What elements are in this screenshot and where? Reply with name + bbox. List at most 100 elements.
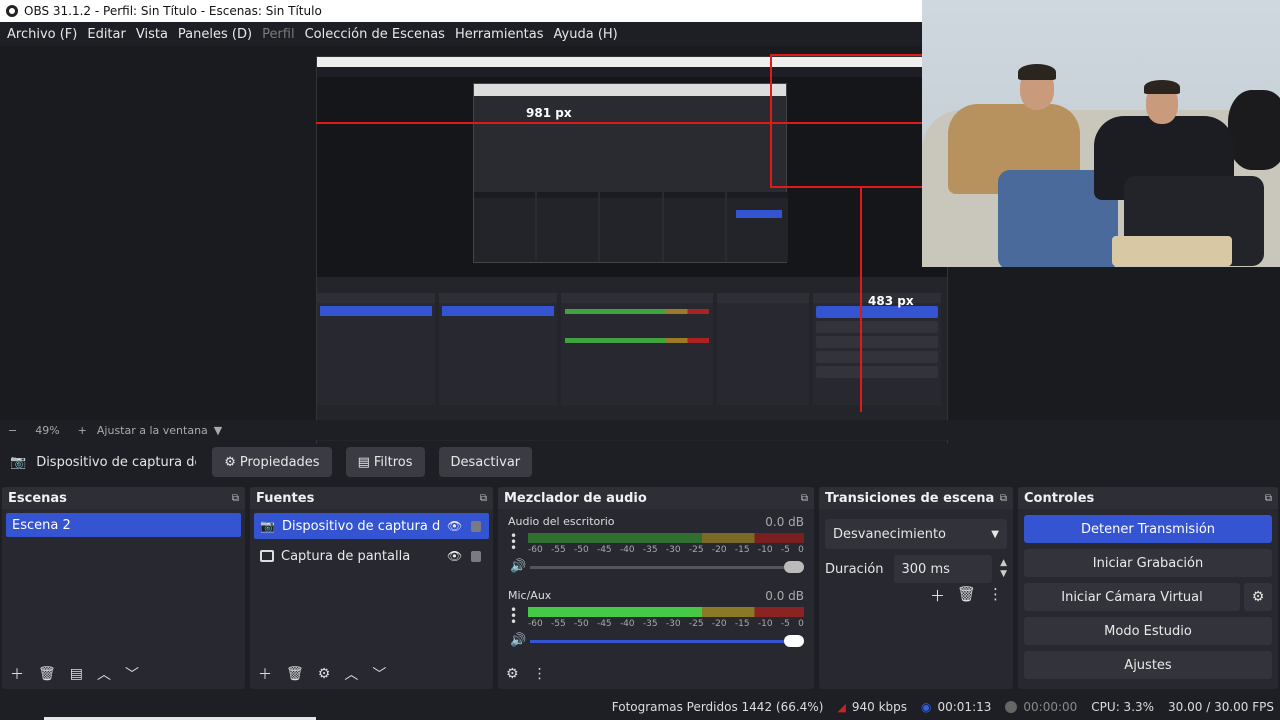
scenes-dock: Escenas ⧉ Escena 2 ＋ 🗑 ▤ ︿ ﹀ [2, 487, 245, 689]
add-icon[interactable]: ＋ [10, 664, 24, 684]
gear-icon: ⚙ [224, 454, 236, 470]
volume-slider-handle[interactable] [784, 635, 804, 647]
transitions-dock-header: Transiciones de escena ⧉ [819, 487, 1013, 509]
dropped-frames: Fotogramas Perdidos 1442 (66.4%) [611, 700, 824, 714]
menu-coleccion-escenas[interactable]: Colección de Escenas [300, 27, 450, 42]
source-label: Captura de pantalla [281, 548, 411, 564]
undock-icon[interactable]: ⧉ [1000, 493, 1007, 504]
monitor-icon [260, 550, 274, 562]
add-icon[interactable]: ＋ [258, 664, 272, 684]
deactivate-label: Desactivar [450, 454, 521, 470]
duration-spinner-icon[interactable]: ▲ ▼ [1000, 558, 1007, 580]
studio-mode-button[interactable]: Modo Estudio [1024, 617, 1272, 645]
properties-button[interactable]: ⚙ Propiedades [212, 447, 332, 477]
undock-icon[interactable]: ⧉ [480, 493, 487, 504]
transitions-title: Transiciones de escena [825, 490, 995, 506]
meter-ticks: -60 -55 -50 -45 -40 -35 -30 -25 -20 -15 -10 -5 0 [528, 619, 804, 629]
menu-herramientas[interactable]: Herramientas [450, 27, 549, 42]
kebab-menu-icon[interactable]: ⋮ [988, 585, 1003, 606]
trash-icon[interactable]: 🗑 [957, 585, 976, 606]
transition-select[interactable]: Desvanecimiento ▼ [825, 519, 1007, 549]
nested-screen-capture[interactable] [316, 56, 948, 458]
status-bar: Fotogramas Perdidos 1442 (66.4%) ◢ 940 k… [0, 694, 1280, 720]
volume-slider[interactable] [530, 566, 804, 569]
obs-logo-icon [6, 5, 18, 17]
trash-icon[interactable]: 🗑 [38, 666, 56, 682]
nested-inner-accent [736, 210, 782, 218]
zoom-out-button[interactable]: − [8, 424, 17, 437]
source-item-screen-capture[interactable]: Captura de pantalla 👁 [254, 543, 489, 569]
transition-tools: ＋ 🗑 ⋮ [930, 585, 1003, 606]
stop-streaming-button[interactable]: Detener Transmisión [1024, 515, 1272, 543]
nested-mixer-dock [561, 293, 713, 405]
menu-perfil[interactable]: Perfil [257, 27, 300, 42]
undock-icon[interactable]: ⧉ [801, 493, 808, 504]
trash-icon[interactable]: 🗑 [286, 666, 304, 682]
volume-meter [528, 607, 804, 617]
menu-vista[interactable]: Vista [131, 27, 173, 42]
visibility-eye-icon[interactable]: 👁 [447, 519, 462, 533]
volume-slider-handle[interactable] [784, 561, 804, 573]
filters-button[interactable]: ▤ Filtros [345, 447, 425, 477]
filters-label: Filtros [373, 454, 413, 470]
zoom-dropdown-icon[interactable]: ▼ [214, 424, 222, 437]
move-up-icon[interactable]: ︿ [97, 664, 111, 684]
sources-footer: ＋ 🗑 ⚙ ︿ ﹀ [250, 659, 493, 689]
deactivate-button[interactable]: Desactivar [438, 447, 533, 477]
streaming-icon: ◉ [921, 700, 932, 714]
bbox-left-edge [770, 54, 772, 188]
menu-bar: Archivo (F) Editar Vista Paneles (D) Per… [0, 22, 922, 46]
scene-item[interactable]: Escena 2 [6, 513, 241, 537]
nested-scenes-dock [317, 293, 435, 405]
stream-time: ◉ 00:01:13 [921, 700, 991, 714]
channel-db: 0.0 dB [765, 515, 804, 529]
advanced-audio-gear-icon[interactable]: ⚙ [506, 666, 519, 682]
add-icon[interactable]: ＋ [930, 585, 945, 606]
settings-button[interactable]: Ajustes [1024, 651, 1272, 679]
menu-ayuda[interactable]: Ayuda (H) [549, 27, 623, 42]
kebab-menu-icon[interactable]: • • • [510, 604, 517, 628]
mixer-dock-header: Mezclador de audio ⧉ [498, 487, 814, 509]
zoom-in-button[interactable]: + [78, 424, 87, 437]
kebab-menu-icon[interactable]: • • • [510, 530, 517, 554]
volume-meter [528, 533, 804, 543]
volume-slider[interactable] [530, 640, 804, 643]
zoom-bar: − 49% + Ajustar a la ventana ▼ [0, 420, 1280, 440]
speaker-icon[interactable]: 🔊 [510, 633, 526, 648]
kebab-menu-icon[interactable]: ⋮ [533, 666, 547, 682]
transition-selected: Desvanecimiento [833, 526, 947, 542]
duration-row: Duración 300 ms ▲ ▼ [825, 555, 1007, 583]
menu-editar[interactable]: Editar [82, 27, 131, 42]
chevron-down-icon: ▼ [991, 528, 999, 540]
scene-filters-icon[interactable]: ▤ [70, 666, 83, 682]
backpack-shape [1228, 90, 1280, 170]
visibility-eye-icon[interactable]: 👁 [447, 549, 462, 563]
speaker-icon[interactable]: 🔊 [510, 559, 526, 574]
move-up-icon[interactable]: ︿ [344, 664, 358, 684]
duration-value: 300 ms [901, 561, 950, 577]
start-recording-button[interactable]: Iniciar Grabación [1024, 549, 1272, 577]
undock-icon[interactable]: ⧉ [232, 493, 239, 504]
zoom-fit-label[interactable]: Ajustar a la ventana [97, 424, 208, 437]
nested-inner-panels [474, 192, 789, 262]
scenes-title: Escenas [8, 490, 67, 506]
lock-icon[interactable] [471, 520, 481, 532]
start-virtual-camera-button[interactable]: Iniciar Cámara Virtual [1024, 583, 1240, 611]
nested-inner-capture [473, 83, 789, 263]
sources-dock-header: Fuentes ⧉ [250, 487, 493, 509]
move-down-icon[interactable]: ﹀ [125, 664, 139, 684]
virtual-camera-settings-gear-icon[interactable]: ⚙ [1244, 583, 1272, 611]
menu-paneles[interactable]: Paneles (D) [173, 27, 257, 42]
lock-icon[interactable] [471, 550, 481, 562]
menu-archivo[interactable]: Archivo (F) [2, 27, 82, 42]
gear-icon[interactable]: ⚙ [318, 666, 331, 682]
source-item-video-capture[interactable]: 📷 Dispositivo de captura de vídeo 👁 [254, 513, 489, 539]
duration-input[interactable]: 300 ms [893, 555, 993, 583]
audio-mixer-dock: Mezclador de audio ⧉ Audio del escritori… [498, 487, 814, 689]
undock-icon[interactable]: ⧉ [1265, 493, 1272, 504]
mixer-channel-mic: Mic/Aux 0.0 dB • • • -60 -55 -50 -45 -40 -35 -30… [508, 589, 804, 657]
controls-dock-header: Controles ⧉ [1018, 487, 1278, 509]
nested-sources-dock [439, 293, 557, 405]
nested-transitions-dock [717, 293, 809, 405]
move-down-icon[interactable]: ﹀ [372, 664, 386, 684]
